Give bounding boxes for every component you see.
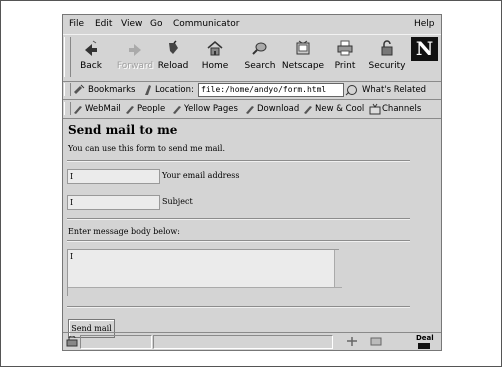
location-bar: Bookmarks Location: file:/home/andyo/for… [63,81,441,100]
email-label: Your email address [162,171,240,180]
security-button[interactable]: Security [365,37,409,77]
menu-edit[interactable]: Edit [95,19,112,29]
back-button[interactable]: Back [69,37,113,77]
divider [67,306,410,308]
netscape-icon [296,40,310,55]
search-button[interactable]: Search [238,37,282,77]
back-arrow-icon [85,40,97,56]
link-channels[interactable]: Channels [382,104,421,114]
home-button[interactable]: Home [193,37,237,77]
page-title: Send mail to me [68,123,178,137]
reload-label: Reload [157,61,189,71]
menu-help[interactable]: Help [414,19,435,29]
subject-label: Subject [162,197,193,206]
forward-arrow-icon [129,44,141,56]
subject-field[interactable]: I [67,195,160,210]
print-button[interactable]: Print [323,37,367,77]
message-label: Enter message body below: [68,227,180,236]
menu-bar: File Edit View Go Communicator Help [63,15,441,33]
bookmark-pin-icon [246,106,254,114]
link-webmail[interactable]: WebMail [85,104,121,114]
deal-indicator: Deal [416,334,441,350]
progress-cell [80,335,152,349]
bookmarks-icon [74,84,85,94]
link-people[interactable]: People [137,104,165,114]
location-page-icon[interactable] [143,84,153,96]
home-icon [207,41,223,56]
netscape-button[interactable]: Netscape [281,37,325,77]
search-label: Search [244,61,276,71]
location-grip[interactable] [64,83,71,96]
menu-go[interactable]: Go [150,19,162,29]
link-new-and-cool[interactable]: New & Cool [315,104,364,114]
menu-communicator[interactable]: Communicator [173,19,239,29]
security-lock-icon [381,40,393,56]
deal-text: Deal [416,334,434,342]
message-textarea[interactable]: I [67,249,343,296]
netscape-logo: N [411,37,438,61]
url-field[interactable]: file:/home/andyo/form.html [198,83,344,97]
horizontal-scrollbar[interactable] [68,287,342,296]
back-label: Back [80,61,102,71]
status-bar: Deal [63,332,441,350]
bookmark-pin-icon [304,106,312,114]
print-label: Print [334,61,356,71]
page-content: Send mail to me You can use this form to… [63,119,441,338]
divider [67,160,410,162]
whats-related-icon[interactable] [345,84,359,96]
security-status-icon[interactable] [66,336,78,347]
netscape-label: Netscape [281,61,325,71]
bookmark-pin-icon [74,106,82,114]
reload-button[interactable]: Reload [151,37,195,77]
divider [67,240,410,242]
personal-toolbar: WebMail People Yellow Pages Download New… [63,100,441,119]
bookmark-pin-icon [126,106,134,114]
personal-grip[interactable] [64,102,71,115]
divider [67,218,410,220]
online-status-icon[interactable] [346,336,358,347]
location-label: Location: [155,85,194,95]
bookmarks-button[interactable]: Bookmarks [88,85,136,95]
message-cursor: I [70,252,74,261]
status-message-cell [153,335,333,349]
menu-view[interactable]: View [121,19,142,29]
menu-file[interactable]: File [69,19,84,29]
email-field[interactable]: I [67,169,160,184]
link-yellow-pages[interactable]: Yellow Pages [184,104,238,114]
home-label: Home [201,61,229,71]
whats-related-button[interactable]: What's Related [362,85,426,95]
intro-text: You can use this form to send me mail. [68,144,225,153]
security-label: Security [368,61,406,71]
navigation-toolbar: Back Forward Reload Home Search Netscape… [63,34,441,82]
vertical-scrollbar[interactable] [334,250,343,287]
reload-icon [169,40,178,54]
print-icon [337,40,353,56]
browser-window: File Edit View Go Communicator Help Back… [62,14,442,351]
bookmark-pin-icon [173,106,181,114]
channels-icon [369,103,381,115]
deal-block [418,343,430,349]
link-download[interactable]: Download [257,104,299,114]
component-bar-icon[interactable] [370,336,382,347]
search-icon [252,42,267,55]
